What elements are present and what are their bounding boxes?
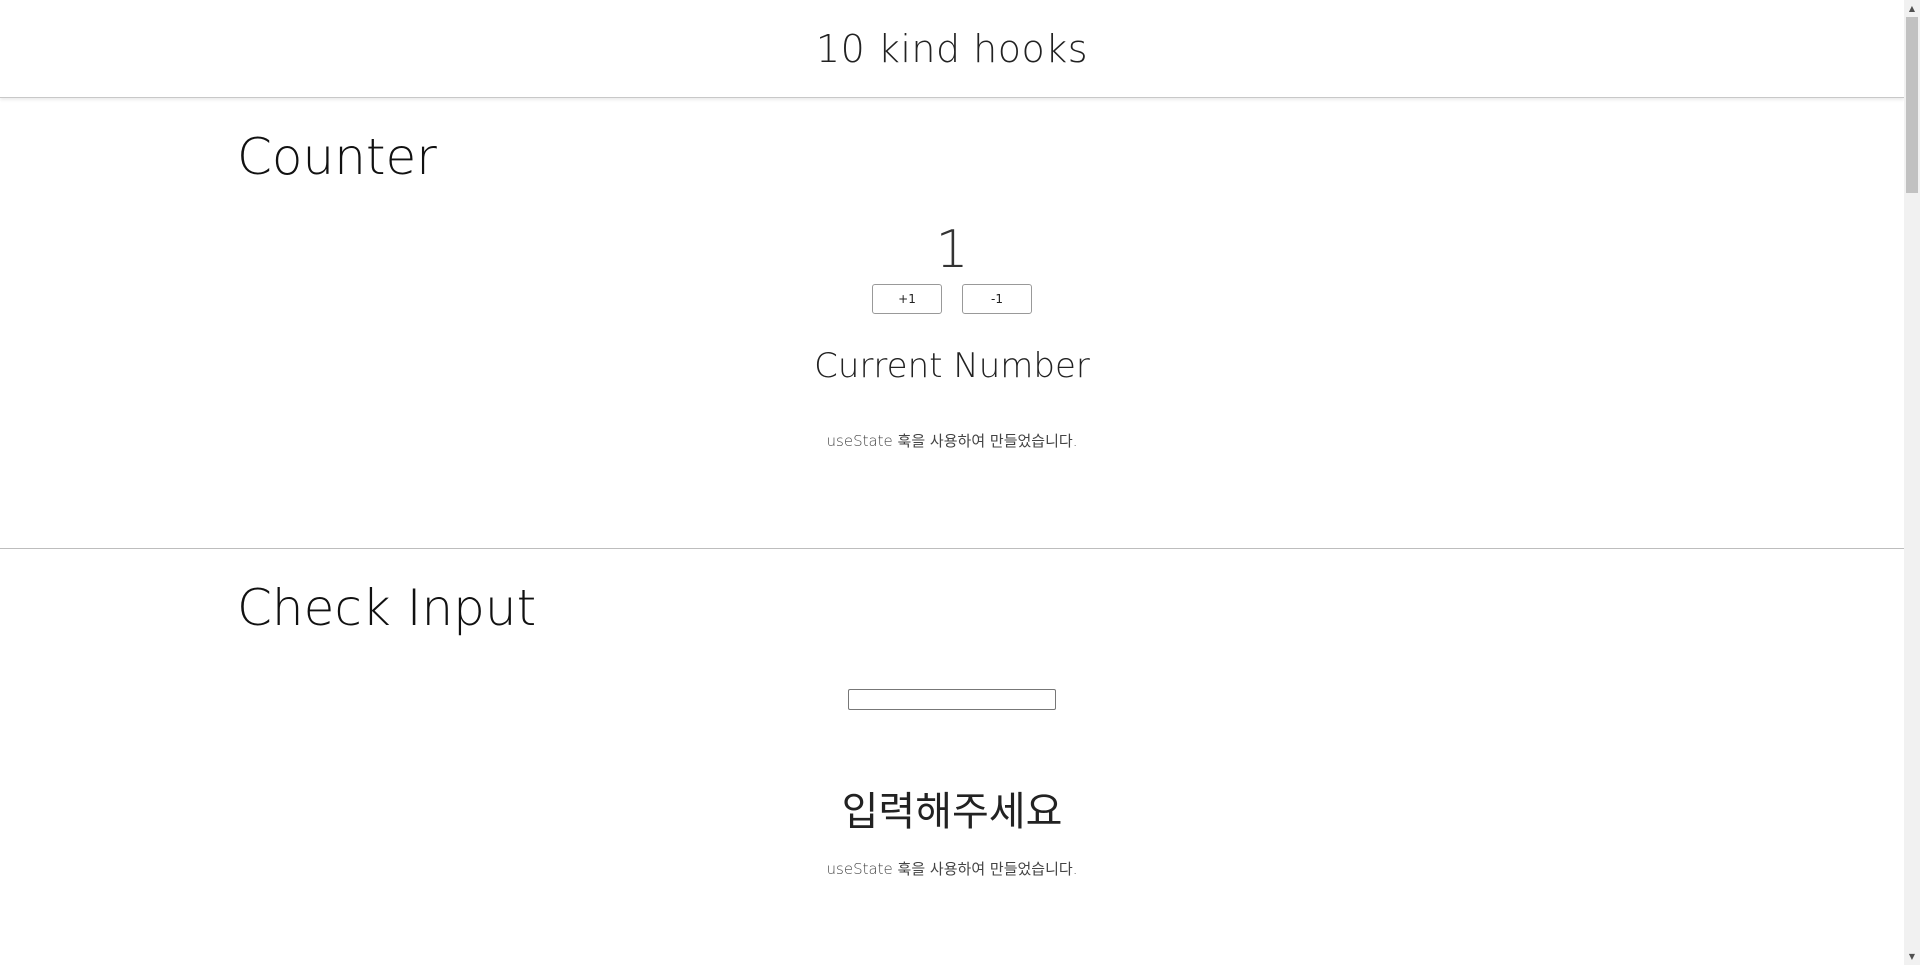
check-input-section: Check Input 입력해주세요 useState 훅을 사용하여 만들었습… <box>0 549 1904 965</box>
page-header: 10 kind hooks <box>0 0 1904 98</box>
check-text-input[interactable] <box>848 689 1056 710</box>
check-input-message: 입력해주세요 <box>841 789 1063 835</box>
vertical-scrollbar[interactable]: ▲ ▼ <box>1904 0 1920 965</box>
scroll-thumb[interactable] <box>1906 17 1918 193</box>
scroll-up-arrow-icon[interactable]: ▲ <box>1904 0 1920 17</box>
current-number-heading: Current Number <box>814 346 1090 386</box>
page-viewport: 10 kind hooks Counter 1 +1 -1 Current Nu… <box>0 0 1904 965</box>
increment-button[interactable]: +1 <box>872 284 942 314</box>
counter-buttons: +1 -1 <box>237 284 1667 314</box>
counter-value: 1 <box>935 220 969 280</box>
page-title: 10 kind hooks <box>815 26 1089 71</box>
counter-section: Counter 1 +1 -1 Current Number useState … <box>0 98 1904 549</box>
check-input-note: useState 훅을 사용하여 만들었습니다. <box>826 860 1078 878</box>
counter-title: Counter <box>237 128 437 186</box>
scroll-down-arrow-icon[interactable]: ▼ <box>1904 948 1920 965</box>
decrement-button[interactable]: -1 <box>962 284 1032 314</box>
check-input-title: Check Input <box>237 579 537 637</box>
counter-note: useState 훅을 사용하여 만들었습니다. <box>826 432 1078 450</box>
